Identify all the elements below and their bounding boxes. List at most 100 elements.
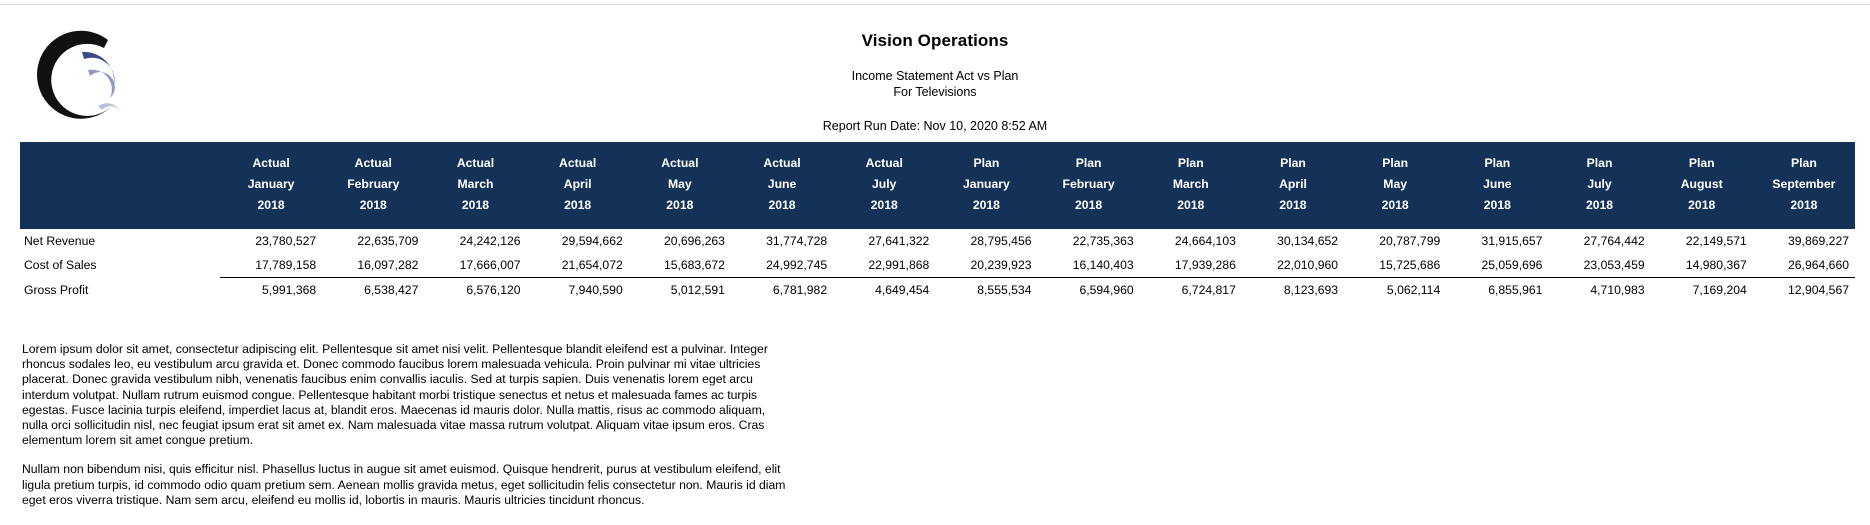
narrative-paragraph-1: Lorem ipsum dolor sit amet, consectetur … [22, 342, 792, 448]
row-label: Net Revenue [20, 229, 220, 253]
row-label: Gross Profit [20, 278, 220, 303]
column-header-month: January [226, 174, 316, 195]
table-cell: 29,594,662 [527, 229, 629, 253]
column-header-plan-february: PlanFebruary2018 [1038, 142, 1140, 229]
narrative-paragraph-2: Nullam non bibendum nisi, quis efficitur… [22, 462, 792, 508]
table-cell: 21,654,072 [527, 253, 629, 278]
table-cell: 39,869,227 [1753, 229, 1855, 253]
table-row: Net Revenue23,780,52722,635,70924,242,12… [20, 229, 1855, 253]
table-cell: 4,710,983 [1548, 278, 1650, 303]
column-header-year: 2018 [635, 195, 725, 216]
column-header-year: 2018 [1044, 195, 1134, 216]
column-header-month: June [737, 174, 827, 195]
narrative-section: Lorem ipsum dolor sit amet, consectetur … [22, 342, 1122, 522]
table-cell: 17,939,286 [1140, 253, 1242, 278]
report-run-date: Report Run Date: Nov 10, 2020 8:52 AM [0, 118, 1870, 134]
table-cell: 22,010,960 [1242, 253, 1344, 278]
table-header: ActualJanuary2018ActualFebruary2018Actua… [20, 142, 1855, 229]
column-header-scenario: Plan [1044, 153, 1134, 174]
column-header-scenario: Plan [941, 153, 1031, 174]
table-cell: 31,774,728 [731, 229, 833, 253]
table-cell: 15,683,672 [629, 253, 731, 278]
table-cell: 16,140,403 [1038, 253, 1140, 278]
column-header-scenario: Actual [430, 153, 520, 174]
table-cell: 6,538,427 [322, 278, 424, 303]
column-header-scenario: Actual [839, 153, 929, 174]
column-header-actual-april: ActualApril2018 [527, 142, 629, 229]
column-header-year: 2018 [737, 195, 827, 216]
column-header-year: 2018 [1657, 195, 1747, 216]
table-cell: 5,062,114 [1344, 278, 1446, 303]
table-cell: 31,915,657 [1446, 229, 1548, 253]
table-cell: 23,053,459 [1548, 253, 1650, 278]
report-page: Vision Operations Income Statement Act v… [0, 0, 1870, 525]
column-header-actual-july: ActualJuly2018 [833, 142, 935, 229]
column-header-plan-august: PlanAugust2018 [1651, 142, 1753, 229]
column-header-scenario: Plan [1248, 153, 1338, 174]
column-header-plan-march: PlanMarch2018 [1140, 142, 1242, 229]
table-body: Net Revenue23,780,52722,635,70924,242,12… [20, 229, 1855, 302]
page-title: Vision Operations [0, 30, 1870, 52]
table-cell: 14,980,367 [1651, 253, 1753, 278]
table-cell: 6,781,982 [731, 278, 833, 303]
table-cell: 25,059,696 [1446, 253, 1548, 278]
table-cell: 6,855,961 [1446, 278, 1548, 303]
column-header-year: 2018 [1350, 195, 1440, 216]
column-header-scenario: Actual [226, 153, 316, 174]
table-cell: 17,789,158 [220, 253, 322, 278]
report-subtitle: Income Statement Act vs Plan For Televis… [0, 68, 1870, 100]
column-header-plan-may: PlanMay2018 [1344, 142, 1446, 229]
column-header-scenario: Actual [533, 153, 623, 174]
column-header-plan-july: PlanJuly2018 [1548, 142, 1650, 229]
table-cell: 5,012,591 [629, 278, 731, 303]
column-header-year: 2018 [533, 195, 623, 216]
column-header-year: 2018 [1554, 195, 1644, 216]
column-header-month: March [430, 174, 520, 195]
table-row: Cost of Sales17,789,15816,097,28217,666,… [20, 253, 1855, 278]
table-header-row: ActualJanuary2018ActualFebruary2018Actua… [20, 142, 1855, 229]
table-cell: 24,992,745 [731, 253, 833, 278]
table-cell: 22,635,709 [322, 229, 424, 253]
column-header-year: 2018 [1248, 195, 1338, 216]
column-header-month: March [1146, 174, 1236, 195]
income-statement-table: ActualJanuary2018ActualFebruary2018Actua… [20, 142, 1855, 302]
table-cell: 6,576,120 [424, 278, 526, 303]
table-cell: 12,904,567 [1753, 278, 1855, 303]
column-header-plan-january: PlanJanuary2018 [935, 142, 1037, 229]
column-header-actual-june: ActualJune2018 [731, 142, 833, 229]
table-cell: 30,134,652 [1242, 229, 1344, 253]
table-cell: 27,764,442 [1548, 229, 1650, 253]
table-cell: 20,239,923 [935, 253, 1037, 278]
column-header-month: June [1452, 174, 1542, 195]
table-cell: 17,666,007 [424, 253, 526, 278]
column-header-year: 2018 [941, 195, 1031, 216]
column-header-scenario: Plan [1657, 153, 1747, 174]
column-header-month: April [1248, 174, 1338, 195]
column-header-scenario: Actual [737, 153, 827, 174]
table-cell: 8,555,534 [935, 278, 1037, 303]
report-subtitle-line-1: Income Statement Act vs Plan [0, 68, 1870, 84]
column-header-year: 2018 [1759, 195, 1849, 216]
column-header-scenario: Plan [1554, 153, 1644, 174]
table-row: Gross Profit5,991,3686,538,4276,576,1207… [20, 278, 1855, 303]
column-header-month: July [1554, 174, 1644, 195]
report-header: Vision Operations Income Statement Act v… [0, 0, 1870, 135]
column-header-actual-january: ActualJanuary2018 [220, 142, 322, 229]
column-header-month: April [533, 174, 623, 195]
column-header-actual-february: ActualFebruary2018 [322, 142, 424, 229]
table-cell: 27,641,322 [833, 229, 935, 253]
column-header-scenario: Plan [1146, 153, 1236, 174]
column-header-plan-june: PlanJune2018 [1446, 142, 1548, 229]
column-header-actual-may: ActualMay2018 [629, 142, 731, 229]
column-header-scenario: Actual [635, 153, 725, 174]
table-cell: 28,795,456 [935, 229, 1037, 253]
column-header-month: July [839, 174, 929, 195]
table-cell: 22,149,571 [1651, 229, 1753, 253]
column-header-year: 2018 [1452, 195, 1542, 216]
column-header-month: May [1350, 174, 1440, 195]
column-header-year: 2018 [430, 195, 520, 216]
column-header-plan-september: PlanSeptember2018 [1753, 142, 1855, 229]
column-header-actual-march: ActualMarch2018 [424, 142, 526, 229]
table-cell: 15,725,686 [1344, 253, 1446, 278]
column-header-month: September [1759, 174, 1849, 195]
